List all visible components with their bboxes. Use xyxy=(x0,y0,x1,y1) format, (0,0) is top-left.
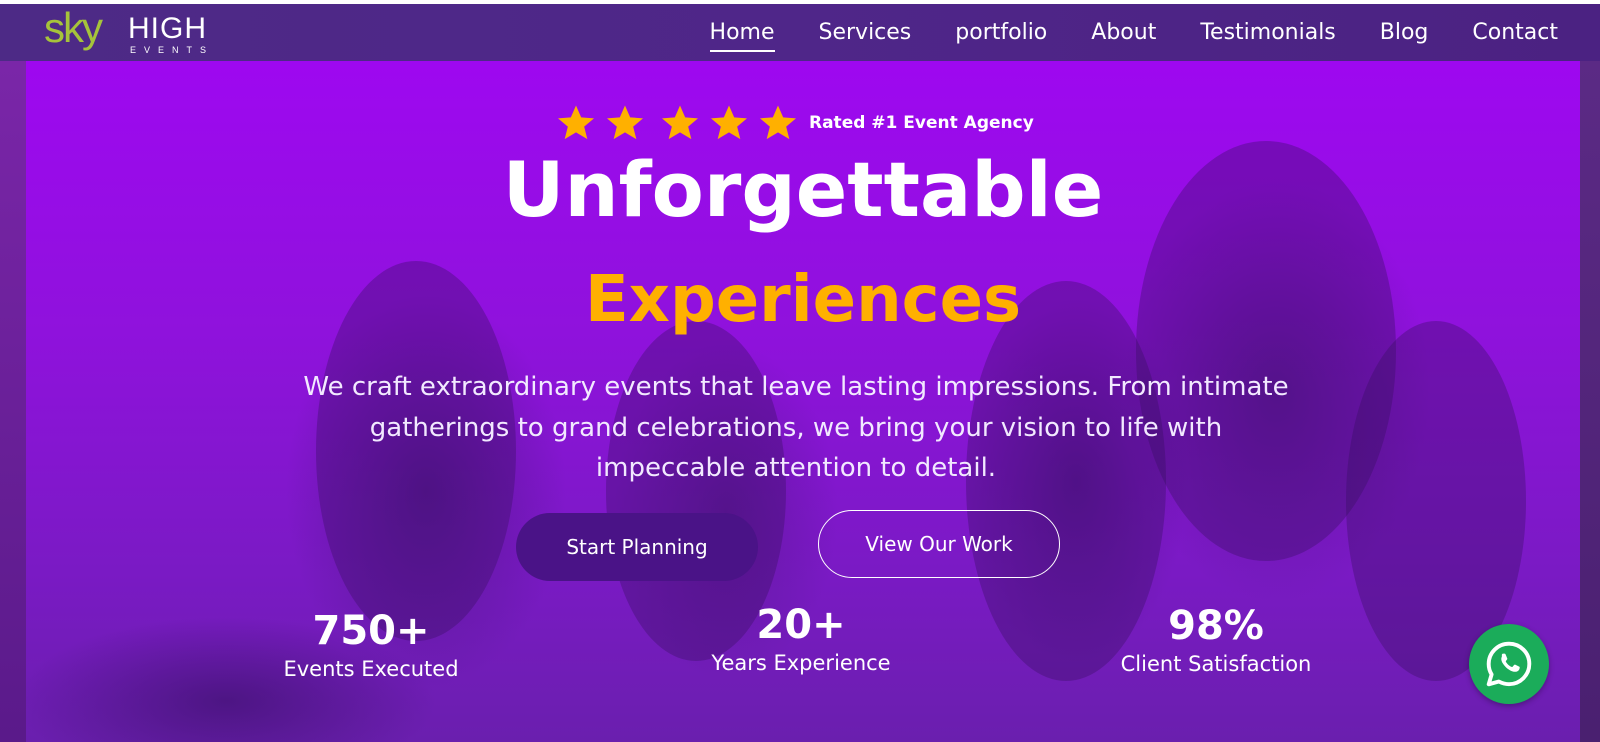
nav-item-about[interactable]: About xyxy=(1091,20,1156,46)
stat-label: Years Experience xyxy=(711,651,891,675)
headline-accent: Experiences xyxy=(584,263,1022,337)
nav-menu: Home Services portfolio About Testimonia… xyxy=(709,4,1558,61)
rating-row: Rated #1 Event Agency xyxy=(556,101,1034,145)
nav-item-contact[interactable]: Contact xyxy=(1472,20,1558,46)
nav-item-portfolio[interactable]: portfolio xyxy=(955,20,1047,46)
stat-events: 750+ Events Executed xyxy=(266,607,476,683)
logo-events-text: EVENTS xyxy=(130,45,215,55)
page: sky HIGH EVENTS Home Services portfolio … xyxy=(0,0,1600,742)
star-icon xyxy=(711,105,747,140)
star-icon xyxy=(558,105,594,140)
hero-description: We craft extraordinary events that leave… xyxy=(303,372,1289,483)
logo-high-text: HIGH xyxy=(128,12,207,45)
rating-text: Rated #1 Event Agency xyxy=(809,113,1034,133)
stat-value: 750+ xyxy=(312,608,430,654)
navbar: sky HIGH EVENTS Home Services portfolio … xyxy=(0,4,1600,61)
hero-section: Rated #1 Event Agency Unforgettable Expe… xyxy=(26,61,1580,742)
left-edge xyxy=(0,61,26,742)
whatsapp-icon xyxy=(1486,641,1532,687)
nav-item-home[interactable]: Home xyxy=(709,20,775,52)
stat-label: Events Executed xyxy=(283,657,459,681)
star-icon xyxy=(607,105,643,140)
logo[interactable]: sky HIGH EVENTS xyxy=(44,6,224,58)
whatsapp-button[interactable] xyxy=(1469,624,1549,704)
nav-item-services[interactable]: Services xyxy=(819,20,912,46)
right-edge xyxy=(1580,61,1600,742)
nav-item-testimonials[interactable]: Testimonials xyxy=(1200,20,1335,46)
stat-value: 98% xyxy=(1168,603,1264,649)
stat-satisfaction: 98% Client Satisfaction xyxy=(1106,602,1326,678)
star-icon xyxy=(662,105,698,140)
stat-years: 20+ Years Experience xyxy=(696,601,906,677)
start-planning-button[interactable]: Start Planning xyxy=(516,513,758,581)
star-icon xyxy=(760,105,796,140)
stat-label: Client Satisfaction xyxy=(1120,652,1312,676)
nav-item-blog[interactable]: Blog xyxy=(1380,20,1429,46)
stat-value: 20+ xyxy=(756,602,846,648)
logo-sky-text: sky xyxy=(44,4,103,51)
view-our-work-button[interactable]: View Our Work xyxy=(818,510,1060,578)
headline-primary: Unforgettable xyxy=(502,145,1104,234)
